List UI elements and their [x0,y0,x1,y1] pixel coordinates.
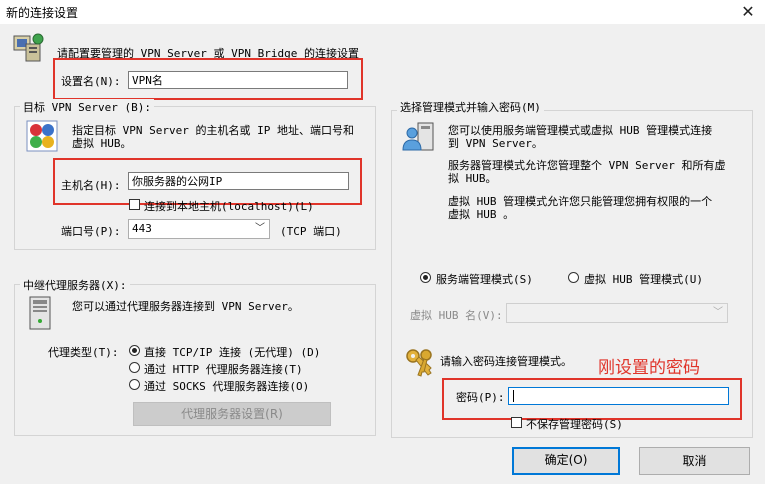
proxy-direct-radio[interactable] [129,345,140,356]
mode-desc-1b: 到 VPN Server。 [448,137,543,150]
cancel-button[interactable]: 取消 [639,447,750,475]
password-prompt: 请输入密码连接管理模式。 [440,355,572,368]
title-bar [0,0,765,24]
proxy-socks-label: 通过 SOCKS 代理服务器连接(O) [144,380,310,393]
hub-name-label: 虚拟 HUB 名(V): [410,309,503,322]
proxy-http-label: 通过 HTTP 代理服务器连接(T) [144,363,303,376]
setting-name-input[interactable]: VPN名 [128,71,348,89]
host-label: 主机名(H): [61,179,121,192]
server-icon [26,120,58,155]
proxy-group-title: 中继代理服务器(X): [20,277,130,293]
no-save-password-label: 不保存管理密码(S) [526,418,623,431]
hub-mode-radio[interactable] [568,272,579,283]
server-mode-radio[interactable] [420,272,431,283]
proxy-http-radio[interactable] [129,362,140,373]
localhost-label: 连接到本地主机(localhost)(L) [144,200,314,213]
computer-settings-icon [12,32,46,67]
proxy-server-icon [28,296,52,333]
admin-user-icon [402,122,436,155]
setting-name-label: 设置名(N): [61,75,121,88]
proxy-socks-radio[interactable] [129,379,140,390]
chevron-down-icon: ﹀ [255,223,265,234]
password-annotation: 刚设置的密码 [598,358,700,378]
port-label: 端口号(P): [61,225,121,238]
mode-desc-2b: 拟 HUB。 [448,172,497,185]
mode-group-title: 选择管理模式并输入密码(M) [397,99,544,115]
ok-button[interactable]: 确定(O) [512,447,620,475]
server-mode-label: 服务端管理模式(S) [436,273,533,286]
window-title: 新的连接设置 [6,6,79,20]
target-group-title: 目标 VPN Server (B): [20,99,154,115]
hub-name-select[interactable]: ﹀ [506,303,728,323]
localhost-checkbox[interactable] [129,199,140,210]
port-unit: (TCP 端口) [280,225,342,238]
proxy-desc: 您可以通过代理服务器连接到 VPN Server。 [72,300,299,313]
target-desc-line2: 虚拟 HUB。 [72,137,132,150]
no-save-password-checkbox[interactable] [511,417,522,428]
proxy-settings-button[interactable]: 代理服务器设置(R) [133,402,331,426]
key-icon [404,347,438,382]
chevron-down-icon: ﹀ [713,307,723,318]
close-icon[interactable]: ✕ [738,2,758,22]
hub-mode-label: 虚拟 HUB 管理模式(U) [584,273,703,286]
port-value: 443 [132,222,152,235]
proxy-direct-label: 直接 TCP/IP 连接 (无代理) (D) [144,346,321,359]
text-cursor [513,390,514,402]
password-label: 密码(P): [456,391,505,404]
port-select[interactable]: 443 ﹀ [128,219,270,239]
mode-desc-3b: 虚拟 HUB 。 [448,208,515,221]
proxy-type-label: 代理类型(T): [48,346,119,359]
host-input[interactable]: 你服务器的公网IP [128,172,349,190]
password-input[interactable] [508,387,729,405]
